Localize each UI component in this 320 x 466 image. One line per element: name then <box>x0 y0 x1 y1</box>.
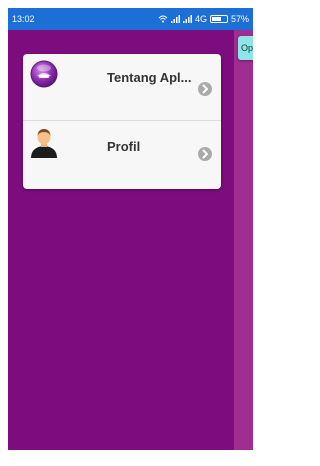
menu-item-label: Tentang Apl... <box>107 70 192 85</box>
wifi-icon <box>158 15 168 23</box>
main-content-panel: Op <box>234 30 253 450</box>
menu-card: Tentang Apl... Profil <box>23 54 221 189</box>
signal-icon <box>170 15 180 23</box>
chevron-right-icon <box>198 147 212 161</box>
app-screen: 13:02 4G 57% Op Tentang Apl... Profil <box>8 8 253 450</box>
chevron-right-icon <box>198 82 212 96</box>
menu-item-profile[interactable]: Profil <box>23 121 221 188</box>
network-4g-icon: 4G <box>194 14 207 24</box>
status-icons: 4G 57% <box>158 14 249 24</box>
battery-icon <box>209 15 228 23</box>
person-avatar-icon <box>31 129 57 158</box>
status-time: 13:02 <box>12 14 35 24</box>
status-bar: 13:02 4G 57% <box>8 8 253 30</box>
options-button[interactable]: Op <box>238 36 253 60</box>
app-info-icon <box>30 60 58 88</box>
signal-icon <box>182 15 192 23</box>
menu-item-about-app[interactable]: Tentang Apl... <box>23 54 221 121</box>
menu-item-label: Profil <box>107 139 141 154</box>
battery-percent: 57% <box>230 14 249 24</box>
